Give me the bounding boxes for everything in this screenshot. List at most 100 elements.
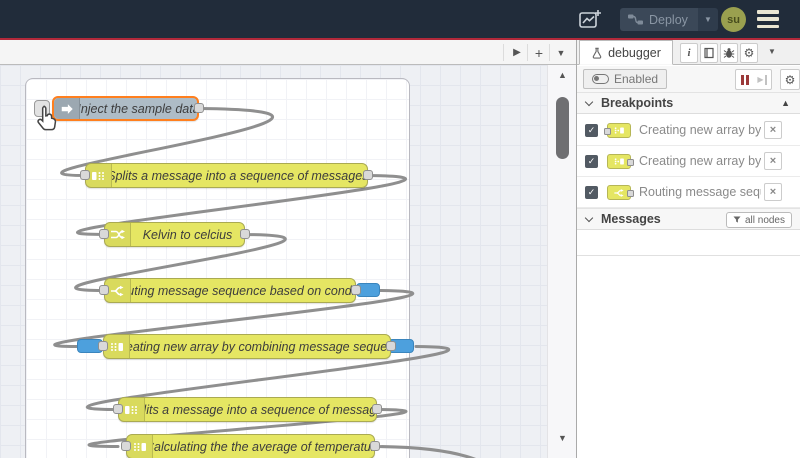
tab-debugger[interactable]: debugger [579, 40, 673, 65]
output-port[interactable] [372, 404, 382, 414]
deploy-nodes-icon [628, 14, 643, 25]
switch-node-icon [607, 185, 634, 200]
section-title: Breakpoints [601, 96, 674, 110]
breakpoints-section-header[interactable]: Breakpoints ▲ [577, 92, 800, 114]
join-node-icon [604, 123, 631, 138]
node-label: Splits a message into a sequence of mess… [145, 402, 376, 417]
deploy-options-caret[interactable]: ▼ [697, 8, 718, 31]
breakpoint-checkbox[interactable]: ✓ [585, 186, 598, 199]
node-label: Creating new array by combining message … [130, 339, 390, 354]
input-port[interactable] [99, 285, 109, 295]
sidebar: debugger i ⚙ ▼ Enabled ▶ ⚙ Breakpoints ▲… [577, 40, 800, 458]
workspace-tab-bar: ▶ + ▼ [0, 40, 576, 65]
input-port[interactable] [121, 441, 131, 451]
debugger-settings-button[interactable]: ⚙ [780, 69, 800, 90]
node-red-app: Deploy ▼ su ▶ + ▼ Inject the sample data… [0, 0, 800, 458]
breakpoint-row[interactable]: ✓ Creating new array by combining messag… [577, 146, 800, 177]
help-button[interactable] [700, 43, 718, 63]
hand-cursor-icon [37, 105, 57, 131]
breakpoint-row[interactable]: ✓ Routing message sequence based on cond… [577, 177, 800, 208]
node-label: Kelvin to celcius [142, 227, 233, 242]
scrollbar-thumb[interactable] [556, 97, 569, 159]
tab-label: debugger [608, 45, 661, 60]
output-port[interactable] [370, 441, 380, 451]
pause-button[interactable] [735, 69, 754, 90]
settings-button[interactable]: ⚙ [740, 43, 758, 63]
filter-nodes-button[interactable]: all nodes [725, 212, 792, 228]
output-port[interactable] [386, 341, 396, 351]
gear-icon: ⚙ [743, 46, 755, 60]
node-join[interactable]: Calculating the the average of temperatu… [126, 434, 375, 458]
enabled-toggle-button[interactable]: Enabled [583, 69, 668, 89]
scroll-up-icon[interactable]: ▲ [781, 98, 790, 108]
chevron-down-icon [584, 97, 594, 107]
header-bar: Deploy ▼ su [0, 0, 800, 38]
scroll-up-icon[interactable]: ▲ [548, 70, 576, 80]
node-label: Routing message sequence based on condit… [131, 283, 355, 298]
book-icon [704, 47, 714, 59]
node-change[interactable]: Kelvin to celcius [104, 222, 245, 247]
scroll-down-icon[interactable]: ▼ [548, 433, 576, 443]
output-port[interactable] [363, 170, 373, 180]
messages-section-header[interactable]: Messages all nodes [577, 208, 800, 230]
user-avatar[interactable]: su [721, 7, 746, 32]
gear-icon: ⚙ [784, 72, 796, 87]
funnel-icon [733, 216, 741, 223]
bug-icon [723, 48, 735, 58]
filter-label: all nodes [744, 214, 785, 226]
remove-breakpoint-button[interactable]: × [764, 152, 782, 170]
flow-canvas[interactable]: Inject the sample data Splits a message … [0, 65, 576, 458]
input-port[interactable] [99, 229, 109, 239]
add-flow-button[interactable]: + [529, 43, 549, 62]
wire [373, 445, 476, 458]
breakpoint-label: Creating new array by combining message … [639, 154, 761, 168]
sidebar-options-caret[interactable]: ▼ [768, 47, 776, 56]
debugger-toolbar: Enabled ▶ ⚙ [577, 66, 800, 93]
node-split[interactable]: Splits a message into a sequence of mess… [85, 163, 368, 188]
breakpoint-label: Creating new array by combining message … [639, 123, 761, 137]
remove-breakpoint-button[interactable]: × [764, 121, 782, 139]
flask-icon [592, 47, 602, 59]
input-port[interactable] [98, 341, 108, 351]
join-node-icon [607, 154, 634, 169]
list-flows-button[interactable]: ▼ [551, 43, 571, 62]
node-switch[interactable]: Routing message sequence based on condit… [104, 278, 356, 303]
enabled-label: Enabled [614, 72, 659, 86]
output-port[interactable] [194, 103, 204, 113]
node-join[interactable]: Creating new array by combining message … [103, 334, 391, 359]
node-split[interactable]: Splits a message into a sequence of mess… [118, 397, 377, 422]
output-port[interactable] [351, 285, 361, 295]
divider [503, 44, 504, 61]
output-port [627, 159, 634, 166]
breakpoint-row[interactable]: ✓ Creating new array by combining messag… [577, 115, 800, 146]
node-label: Splits a message into a sequence of mess… [112, 168, 367, 183]
input-port[interactable] [80, 170, 90, 180]
deploy-button[interactable]: Deploy ▼ [620, 8, 718, 31]
divider [527, 44, 528, 61]
remove-breakpoint-button[interactable]: × [764, 183, 782, 201]
node-label: Inject the sample data [80, 101, 197, 116]
canvas-scrollbar[interactable]: ▲ ▼ [547, 65, 576, 458]
main-menu-icon[interactable] [757, 10, 779, 28]
output-port[interactable] [240, 229, 250, 239]
messages-empty-area [577, 230, 800, 256]
step-button[interactable]: ▶ [753, 69, 772, 90]
input-port [604, 128, 611, 135]
toggle-icon [592, 74, 609, 84]
sidebar-tab-bar: debugger i ⚙ ▼ [577, 40, 800, 65]
node-inject[interactable]: Inject the sample data [52, 96, 199, 121]
deploy-button-main[interactable]: Deploy [620, 8, 698, 31]
node-label: Calculating the the average of temperatu… [153, 439, 374, 454]
breakpoint-checkbox[interactable]: ✓ [585, 124, 598, 137]
breakpoint-checkbox[interactable]: ✓ [585, 155, 598, 168]
debug-button[interactable] [720, 43, 738, 63]
info-button[interactable]: i [680, 43, 698, 63]
output-port [627, 190, 634, 197]
breakpoint-label: Routing message sequence based on condit… [639, 185, 761, 199]
chevron-down-icon [584, 213, 594, 223]
flow-assistant-icon[interactable] [577, 8, 603, 31]
chart-sparkle-icon [579, 9, 601, 28]
input-port[interactable] [113, 404, 123, 414]
next-tab-button[interactable]: ▶ [507, 43, 527, 62]
deploy-label: Deploy [649, 12, 688, 27]
